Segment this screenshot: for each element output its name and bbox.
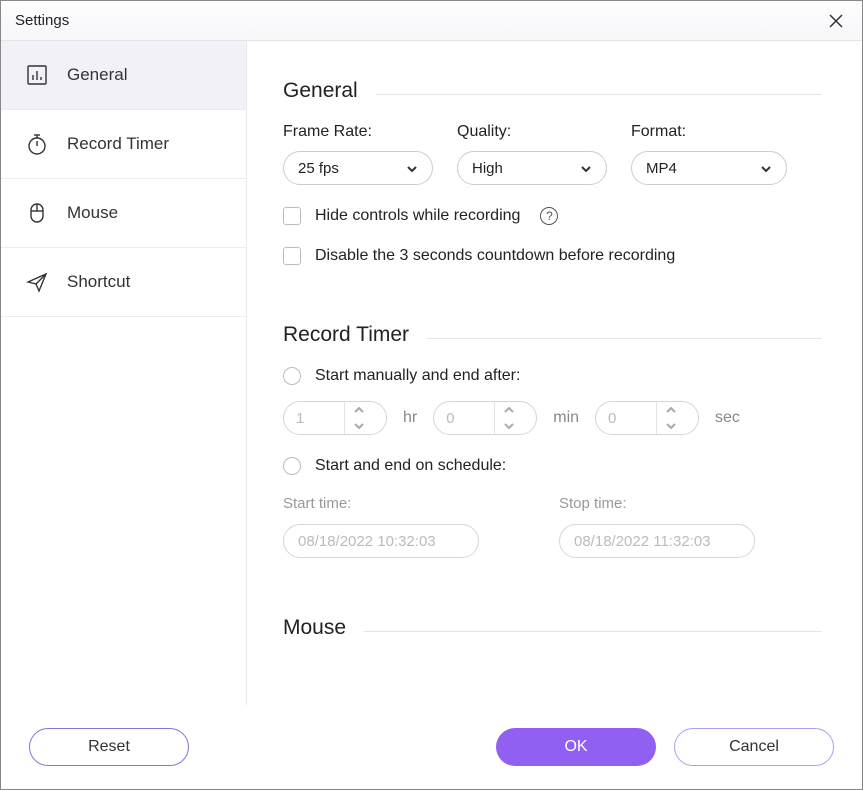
footer: Reset OK Cancel xyxy=(1,705,862,789)
chevron-down-icon xyxy=(406,162,418,174)
close-button[interactable] xyxy=(824,9,848,33)
sidebar-item-record-timer[interactable]: Record Timer xyxy=(1,110,246,179)
content: General Frame Rate: 25 fps Quality: High xyxy=(247,41,862,705)
frame-rate-select[interactable]: 25 fps xyxy=(283,151,433,185)
start-manual-row: Start manually and end after: xyxy=(283,367,822,385)
disable-countdown-label: Disable the 3 seconds countdown before r… xyxy=(315,247,675,265)
sidebar: General Record Timer Mouse Shortcut xyxy=(1,41,247,705)
titlebar: Settings xyxy=(1,1,862,41)
close-icon xyxy=(828,13,844,29)
disable-countdown-checkbox[interactable] xyxy=(283,247,301,265)
chevron-down-icon xyxy=(580,162,592,174)
min-spinner[interactable] xyxy=(433,401,537,435)
hr-step-down[interactable] xyxy=(345,418,372,434)
sec-input[interactable] xyxy=(596,402,656,434)
help-icon[interactable]: ? xyxy=(540,207,558,225)
quality-field: Quality: High xyxy=(457,123,607,185)
hide-controls-row: Hide controls while recording ? xyxy=(283,207,822,225)
mouse-icon xyxy=(25,201,49,225)
schedule-radio[interactable] xyxy=(283,457,301,475)
general-dropdown-row: Frame Rate: 25 fps Quality: High Format: xyxy=(283,123,822,185)
bar-chart-icon xyxy=(25,63,49,87)
start-time-input[interactable]: 08/18/2022 10:32:03 xyxy=(283,524,479,558)
reset-button[interactable]: Reset xyxy=(29,728,189,766)
schedule-row: Start and end on schedule: xyxy=(283,457,822,475)
sidebar-item-general[interactable]: General xyxy=(1,41,246,110)
stop-time-label: Stop time: xyxy=(559,495,755,512)
start-manual-label: Start manually and end after: xyxy=(315,367,520,385)
hr-spin-buttons xyxy=(344,402,372,434)
section-title: General xyxy=(283,79,358,103)
stop-time-col: Stop time: 08/18/2022 11:32:03 xyxy=(559,495,755,558)
sec-unit: sec xyxy=(715,409,740,427)
quality-label: Quality: xyxy=(457,123,607,141)
hide-controls-checkbox[interactable] xyxy=(283,207,301,225)
stop-time-value: 08/18/2022 11:32:03 xyxy=(574,533,711,550)
schedule-times-row: Start time: 08/18/2022 10:32:03 Stop tim… xyxy=(283,495,822,558)
divider xyxy=(376,94,822,95)
frame-rate-value: 25 fps xyxy=(298,160,339,177)
format-field: Format: MP4 xyxy=(631,123,787,185)
stopwatch-icon xyxy=(25,132,49,156)
divider xyxy=(364,631,822,632)
min-spin-buttons xyxy=(494,402,522,434)
section-title: Record Timer xyxy=(283,323,409,347)
format-value: MP4 xyxy=(646,160,677,177)
sidebar-item-label: Shortcut xyxy=(67,272,130,292)
start-time-value: 08/18/2022 10:32:03 xyxy=(298,533,436,550)
schedule-label: Start and end on schedule: xyxy=(315,457,506,475)
sidebar-item-shortcut[interactable]: Shortcut xyxy=(1,248,246,317)
frame-rate-label: Frame Rate: xyxy=(283,123,433,141)
window-title: Settings xyxy=(15,12,69,29)
cancel-button[interactable]: Cancel xyxy=(674,728,834,766)
sec-spin-buttons xyxy=(656,402,684,434)
hr-input[interactable] xyxy=(284,402,344,434)
ok-button[interactable]: OK xyxy=(496,728,656,766)
min-unit: min xyxy=(553,409,579,427)
duration-row: hr min sec xyxy=(283,401,822,435)
hr-spinner[interactable] xyxy=(283,401,387,435)
disable-countdown-row: Disable the 3 seconds countdown before r… xyxy=(283,247,822,265)
section-heading-general: General xyxy=(283,79,822,103)
sidebar-item-label: General xyxy=(67,65,127,85)
min-input[interactable] xyxy=(434,402,494,434)
format-select[interactable]: MP4 xyxy=(631,151,787,185)
sec-spinner[interactable] xyxy=(595,401,699,435)
frame-rate-field: Frame Rate: 25 fps xyxy=(283,123,433,185)
section-heading-timer: Record Timer xyxy=(283,323,822,347)
section-title: Mouse xyxy=(283,616,346,640)
sec-step-down[interactable] xyxy=(657,418,684,434)
quality-select[interactable]: High xyxy=(457,151,607,185)
section-heading-mouse: Mouse xyxy=(283,616,822,640)
body: General Record Timer Mouse Shortcut xyxy=(1,41,862,705)
sec-step-up[interactable] xyxy=(657,402,684,418)
divider xyxy=(427,338,822,339)
hr-unit: hr xyxy=(403,409,417,427)
paper-plane-icon xyxy=(25,270,49,294)
min-step-up[interactable] xyxy=(495,402,522,418)
stop-time-input[interactable]: 08/18/2022 11:32:03 xyxy=(559,524,755,558)
hr-step-up[interactable] xyxy=(345,402,372,418)
hide-controls-label: Hide controls while recording xyxy=(315,207,520,225)
start-time-col: Start time: 08/18/2022 10:32:03 xyxy=(283,495,479,558)
start-manual-radio[interactable] xyxy=(283,367,301,385)
sidebar-item-label: Mouse xyxy=(67,203,118,223)
min-step-down[interactable] xyxy=(495,418,522,434)
chevron-down-icon xyxy=(760,162,772,174)
start-time-label: Start time: xyxy=(283,495,479,512)
sidebar-item-mouse[interactable]: Mouse xyxy=(1,179,246,248)
settings-window: Settings General Record Timer xyxy=(0,0,863,790)
sidebar-item-label: Record Timer xyxy=(67,134,169,154)
quality-value: High xyxy=(472,160,503,177)
format-label: Format: xyxy=(631,123,787,141)
